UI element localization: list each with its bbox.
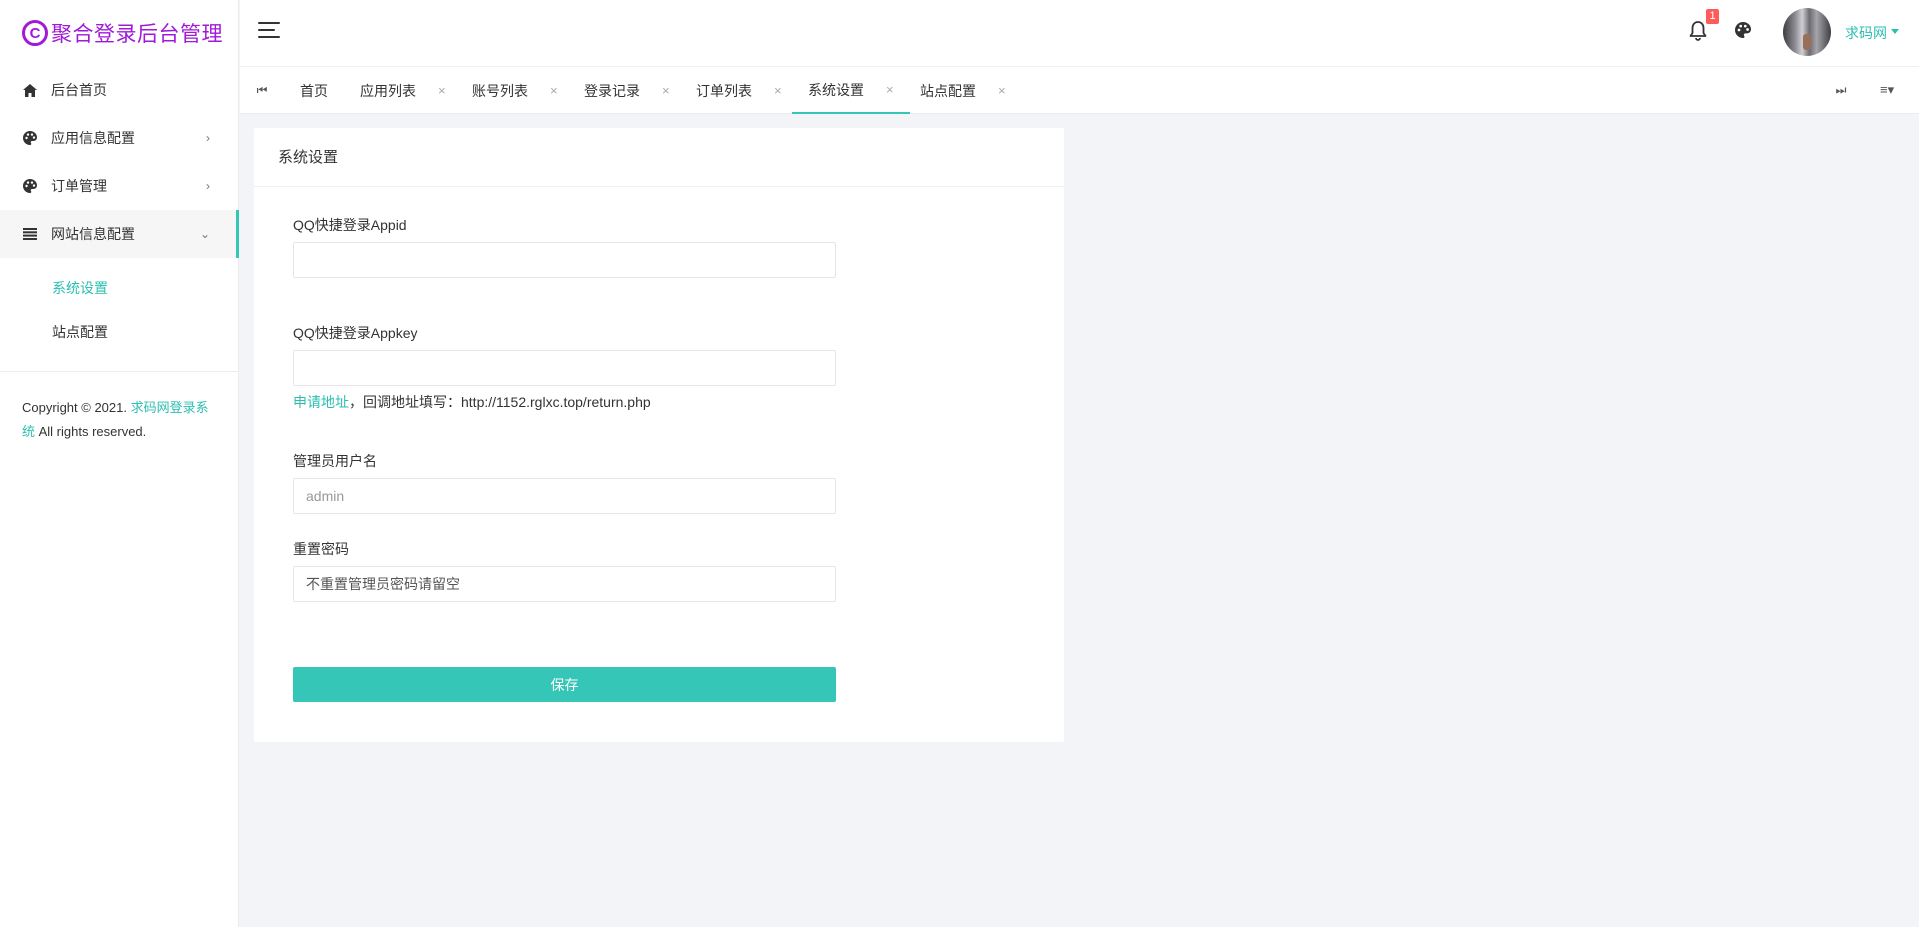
copyright: Copyright © 2021. 求码网登录系统 All rights res… [0,372,238,468]
tab-scroll-right-icon[interactable]: ⏭ [1833,83,1849,98]
palette-icon [22,130,38,146]
chevron-right-icon: › [206,131,210,145]
copyright-prefix: Copyright © 2021. [22,400,131,415]
notification-badge: 1 [1706,9,1719,24]
tab-account-list[interactable]: 账号列表 × [472,67,558,114]
copyright-suffix: All rights reserved. [35,424,147,439]
sidebar-item-home[interactable]: 后台首页 [0,66,238,114]
tab-label: 订单列表 [696,82,752,99]
tab-app-list[interactable]: 应用列表 × [360,67,446,114]
tab-options-menu-icon[interactable]: ≡▾ [1880,82,1894,98]
sidebar-item-label: 订单管理 [51,178,107,194]
callback-url-text: ，回调地址填写：http://1152.rglxc.top/return.php [349,394,651,410]
appid-input[interactable] [293,242,836,278]
reset-password-label: 重置密码 [293,541,349,557]
sidebar: C 聚合登录后台管理 后台首页 应用信息配置 › 订单管理 › 网站信息配置 ⌄… [0,0,239,927]
sidebar-subitem-site-settings[interactable]: 站点配置 [0,310,238,354]
brand-logo-icon: C [22,20,48,46]
tab-label: 站点配置 [920,82,976,99]
tab-scroll-left-icon[interactable]: ⏮ [254,83,270,98]
tab-home[interactable]: 首页 [300,67,328,114]
sidebar-menu: 后台首页 应用信息配置 › 订单管理 › 网站信息配置 ⌄ [0,66,239,258]
theme-palette-icon[interactable] [1735,22,1753,40]
brand-title: 聚合登录后台管理 [51,23,223,46]
save-button[interactable]: 保存 [293,667,836,702]
avatar[interactable] [1783,8,1831,56]
appkey-label: QQ快捷登录Appkey [293,325,418,341]
tab-close-icon[interactable]: × [662,83,670,98]
brand[interactable]: C 聚合登录后台管理 [0,0,238,66]
tabs-bar: ⏮ 首页 应用列表 × 账号列表 × 登录记录 × 订单列表 × 系统设置 × … [240,66,1919,114]
callback-help-text: 申请地址，回调地址填写：http://1152.rglxc.top/return… [293,392,651,412]
sidebar-item-label: 后台首页 [51,82,107,98]
sidebar-item-label: 应用信息配置 [51,130,135,146]
tab-login-records[interactable]: 登录记录 × [584,67,670,114]
tab-label: 首页 [300,82,328,99]
sidebar-subitem-system-settings[interactable]: 系统设置 [0,266,238,310]
tab-label: 应用列表 [360,82,416,99]
reset-password-input[interactable] [293,566,836,602]
apply-address-link[interactable]: 申请地址 [293,394,349,410]
tab-label: 账号列表 [472,82,528,99]
caret-down-icon[interactable] [1891,29,1899,34]
tab-site-config[interactable]: 站点配置 × [920,67,1006,114]
tab-close-icon[interactable]: × [886,82,894,97]
sidebar-item-label: 网站信息配置 [51,226,135,242]
chevron-down-icon: ⌄ [199,227,210,241]
sidebar-submenu: 系统设置 站点配置 [0,258,238,366]
bell-icon[interactable] [1689,21,1709,43]
sidebar-item-orders[interactable]: 订单管理 › [0,162,238,210]
tab-close-icon[interactable]: × [774,83,782,98]
hamburger-menu-icon[interactable] [258,22,280,40]
tab-order-list[interactable]: 订单列表 × [696,67,782,114]
admin-username-input[interactable] [293,478,836,514]
tab-close-icon[interactable]: × [550,83,558,98]
tab-label: 系统设置 [808,81,864,98]
home-icon [22,82,38,98]
appkey-input[interactable] [293,350,836,386]
list-icon [22,226,38,242]
sidebar-item-app-config[interactable]: 应用信息配置 › [0,114,238,162]
chevron-right-icon: › [206,179,210,193]
appid-label: QQ快捷登录Appid [293,217,407,233]
tab-close-icon[interactable]: × [438,83,446,98]
palette-icon [22,178,38,194]
sidebar-item-site-config[interactable]: 网站信息配置 ⌄ [0,210,239,258]
tab-close-icon[interactable]: × [998,83,1006,98]
settings-card: 系统设置 QQ快捷登录Appid QQ快捷登录Appkey 申请地址，回调地址填… [254,128,1064,742]
top-header: 1 求码网 [240,0,1919,66]
tab-label: 登录记录 [584,82,640,99]
username[interactable]: 求码网 [1845,23,1887,43]
admin-username-label: 管理员用户名 [293,453,377,469]
tab-system-settings[interactable]: 系统设置 × [792,67,910,114]
card-title: 系统设置 [254,128,1064,187]
